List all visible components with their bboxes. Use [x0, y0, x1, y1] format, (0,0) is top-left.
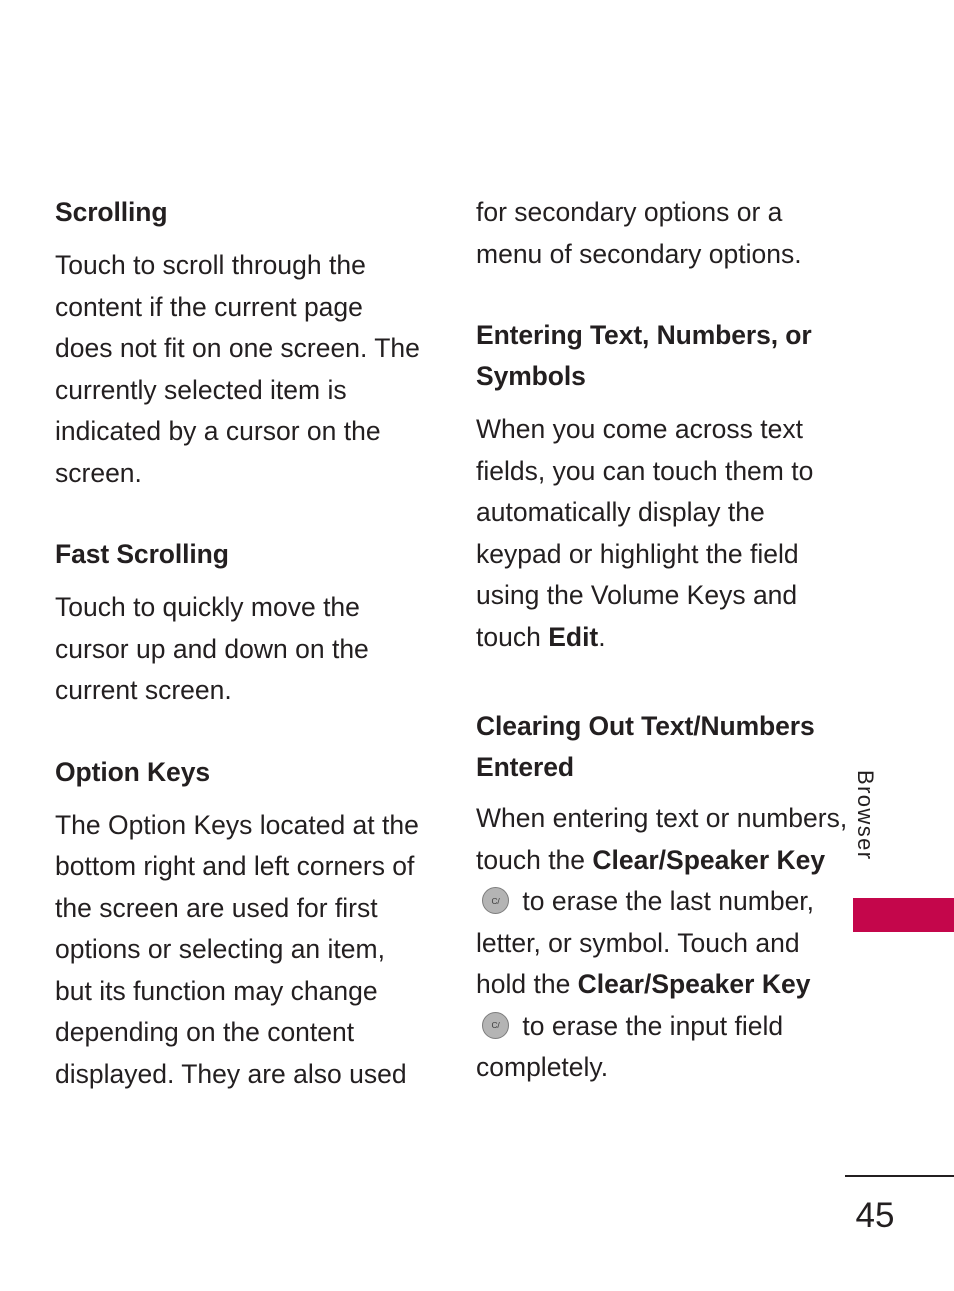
paragraph-fast-scrolling: Touch to quickly move the cursor up and … [55, 592, 369, 706]
clear-speaker-key-icon: C/ [482, 887, 509, 915]
paragraph-clearing-out-text: When entering text or numbers, touch the… [476, 798, 848, 1089]
clear-speaker-key-icon: C/ [482, 1011, 509, 1039]
paragraph-entering-text: When you come across text fields, you ca… [476, 409, 848, 658]
heading-fast-scrolling: Fast Scrolling [55, 539, 229, 570]
paragraph-option-keys-continued: for secondary options or a menu of secon… [476, 197, 802, 269]
clear-speaker-key-glyph: C/ [491, 1020, 500, 1030]
heading-scrolling: Scrolling [55, 197, 168, 227]
paragraph-text-run: to erase the input field completely. [476, 1010, 784, 1083]
emphasis-clear-speaker-key: Clear/Speaker Key [577, 969, 811, 1000]
emphasis-clear-speaker-key: Clear/Speaker Key [592, 844, 826, 875]
footer-divider [845, 1175, 954, 1177]
paragraph-scrolling: Touch to scroll through the content if t… [55, 250, 420, 488]
emphasis-edit: Edit [548, 621, 599, 652]
left-column: Scrolling Touch to scroll through the co… [55, 192, 427, 1095]
page-number: 45 [855, 1196, 895, 1235]
manual-page: Scrolling Touch to scroll through the co… [0, 0, 954, 1291]
side-tab-browser-label: Browser [853, 770, 891, 890]
paragraph-option-keys: The Option Keys located at the bottom ri… [55, 809, 419, 1089]
paragraph-text-run: When you come across text fields, you ca… [476, 414, 814, 652]
right-column: for secondary options or a menu of secon… [476, 192, 848, 1089]
side-tab-accent-bar [853, 898, 954, 932]
clear-speaker-key-glyph: C/ [491, 895, 500, 906]
heading-clearing-out-text: Clearing Out Text/Numbers Entered [476, 711, 815, 783]
paragraph-text-run: . [598, 621, 606, 652]
side-tab-label-text: Browser [853, 770, 878, 861]
heading-option-keys: Option Keys [55, 756, 210, 787]
heading-entering-text: Entering Text, Numbers, or Symbols [476, 320, 812, 392]
